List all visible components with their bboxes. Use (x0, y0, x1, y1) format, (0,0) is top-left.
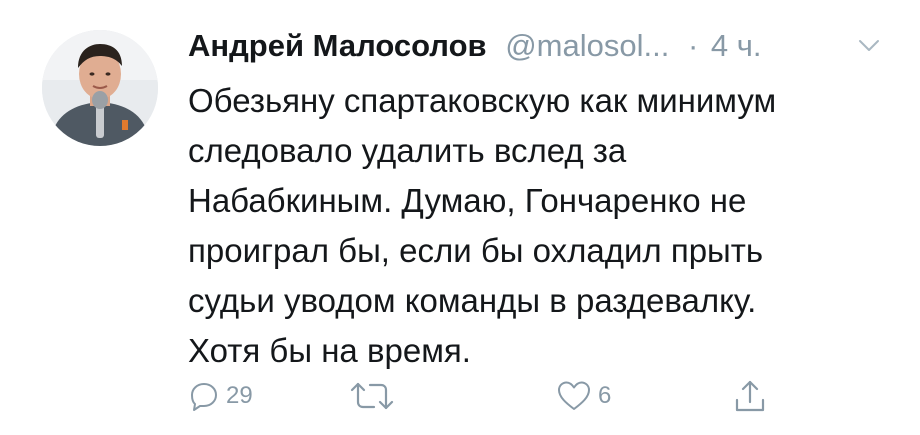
like-count: 6 (598, 382, 612, 409)
tweet-text-line: судьи уводом команды в раздевалку. (188, 282, 757, 319)
tweet-text-line: следовало удалить вслед за (188, 132, 627, 169)
tweet-text-line: проиграл бы, если бы охладил прыть (188, 232, 764, 269)
reply-count: 29 (226, 382, 253, 409)
retweet-button[interactable] (348, 376, 402, 416)
reply-button[interactable]: 29 (188, 376, 253, 416)
retweet-icon (350, 382, 394, 410)
tweet-actions: 29 6 (188, 376, 808, 416)
reply-icon (191, 383, 217, 411)
author-handle[interactable]: @malosol... (505, 28, 669, 63)
tweet-text-line: Хотя бы на время. (188, 332, 471, 369)
chevron-down-icon[interactable] (858, 38, 880, 54)
timestamp[interactable]: 4 ч. (711, 28, 762, 63)
avatar[interactable] (42, 30, 158, 146)
heart-icon (558, 381, 590, 410)
author-name[interactable]: Андрей Малосолов (188, 28, 487, 63)
tweet-text: Обезьяну спартаковскую как минимум следо… (188, 76, 888, 376)
share-icon (735, 380, 765, 412)
tweet[interactable]: Андрей Малосолов @malosol... · 4 ч. Обез… (0, 0, 920, 435)
separator-dot: · (687, 28, 699, 63)
tweet-header: Андрей Малосолов @malosol... · 4 ч. (188, 24, 888, 68)
like-button[interactable]: 6 (556, 376, 611, 416)
tweet-text-line: Набабкиным. Думаю, Гончаренко не (188, 182, 747, 219)
share-button[interactable] (733, 376, 767, 416)
tweet-text-line: Обезьяну спартаковскую как минимум (188, 82, 777, 119)
